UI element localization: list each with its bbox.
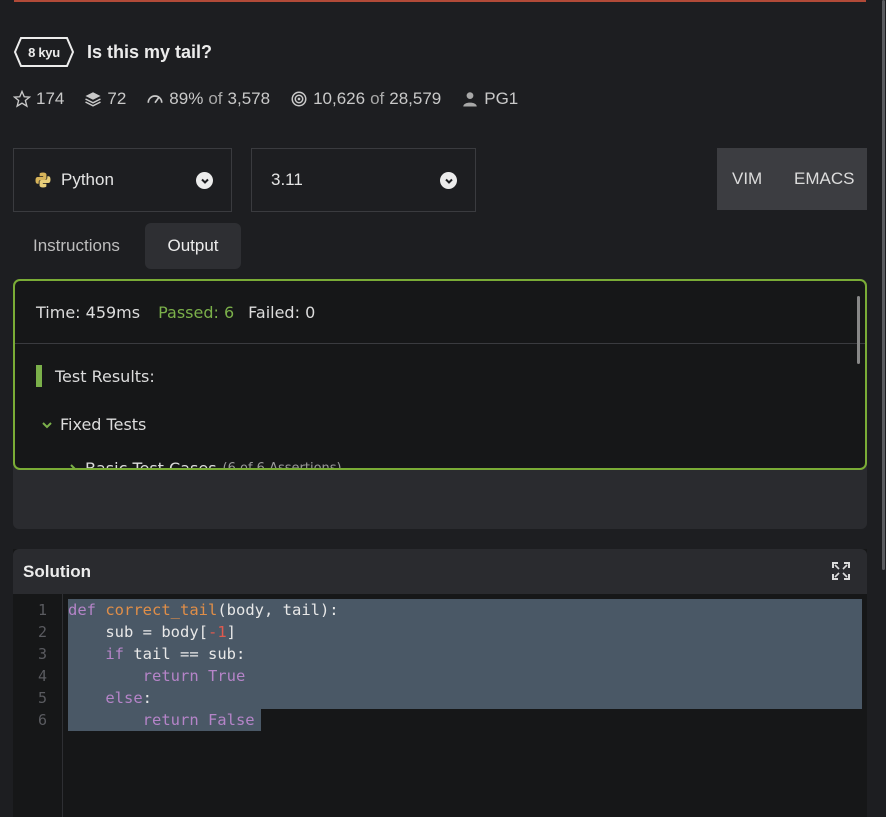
language-select[interactable]: Python: [13, 148, 232, 212]
output-panel: Time: 459ms Passed: 6 Failed: 0 Test Resul…: [13, 279, 867, 470]
python-icon: [35, 172, 51, 188]
vim-mode-button[interactable]: VIM: [732, 169, 762, 189]
solution-title: Solution: [23, 561, 91, 581]
output-scrollbar[interactable]: [857, 296, 860, 364]
author-stat[interactable]: PG1: [461, 89, 518, 109]
star-icon: [13, 90, 31, 108]
test-results-label: Test Results:: [55, 366, 155, 386]
page-scrollbar[interactable]: [882, 0, 885, 570]
collections-stat[interactable]: 72: [84, 89, 126, 109]
emacs-mode-button[interactable]: EMACS: [794, 169, 854, 189]
fixed-tests-label: Fixed Tests: [60, 415, 147, 434]
kata-header: 8 kyu Is this my tail?: [13, 36, 212, 68]
test-results-heading: Test Results:: [36, 365, 155, 387]
basic-test-cases-label: Basic Test Cases: [85, 459, 217, 470]
line-number: 4: [37, 667, 47, 685]
chevron-down-icon: [440, 172, 457, 189]
user-icon: [463, 92, 477, 107]
chevron-right-icon: [70, 463, 76, 468]
line-number: 1: [37, 601, 47, 619]
version-select[interactable]: 3.11: [251, 148, 476, 212]
stars-count: 174: [36, 89, 65, 108]
code-line: if tail == sub:: [105, 645, 246, 663]
code-line: else:: [105, 689, 152, 707]
language-value: Python: [61, 170, 114, 189]
code-line: def correct_tail(body, tail):: [68, 601, 339, 619]
run-time: Time: 459ms: [36, 303, 141, 322]
satisfaction-percent: 89%: [169, 89, 204, 108]
satisfaction-votes: 3,578: [227, 89, 271, 108]
attempted-count: 28,579: [389, 89, 442, 108]
line-number: 2: [37, 623, 47, 641]
kata-title[interactable]: Is this my tail?: [87, 42, 212, 63]
code-line: return False: [142, 711, 255, 729]
result-summary: Time: 459ms Passed: 6 Failed: 0: [36, 303, 315, 322]
completed-of: of: [370, 89, 385, 108]
divider: [15, 343, 865, 344]
tab-output[interactable]: Output: [145, 223, 241, 269]
fixed-tests-group[interactable]: Fixed Tests: [41, 415, 146, 434]
editor-mode-group: VIM EMACS: [717, 148, 867, 210]
solution-panel: Solution 1 2 3 4 5 6 def correct_tail(bo…: [13, 549, 867, 817]
target-icon: [291, 91, 307, 107]
failed-count: Failed: 0: [248, 303, 316, 322]
code-editor[interactable]: 1 2 3 4 5 6 def correct_tail(body, tail)…: [13, 594, 867, 817]
basic-test-cases-group[interactable]: Basic Test Cases (6 of 6 Assertions): [67, 459, 342, 470]
chevron-down-icon: [196, 172, 213, 189]
solution-header: Solution: [13, 549, 867, 594]
rank-label: 8 kyu: [28, 44, 60, 60]
code-line: return True: [142, 667, 246, 685]
rank-badge: 8 kyu: [13, 36, 75, 68]
line-number: 5: [37, 689, 47, 707]
gauge-icon: [147, 95, 163, 104]
assertions-count: (6 of 6 Assertions): [222, 461, 342, 470]
collections-count: 72: [107, 89, 127, 108]
stars-stat[interactable]: 174: [13, 89, 64, 109]
passed-count: Passed: 6: [158, 303, 235, 322]
top-accent-line: [14, 0, 866, 2]
layers-icon: [85, 92, 102, 107]
version-value: 3.11: [271, 170, 303, 189]
completed-count: 10,626: [313, 89, 366, 108]
author-name: PG1: [484, 89, 519, 108]
expand-icon[interactable]: [832, 562, 850, 580]
pass-indicator-bar: [36, 365, 42, 387]
satisfaction-of: of: [208, 89, 223, 108]
code-line: sub = body[-1]: [68, 623, 236, 641]
line-number: 3: [37, 645, 47, 663]
line-number: 6: [37, 711, 47, 729]
tab-instructions[interactable]: Instructions: [13, 223, 140, 269]
completed-stat: 10,626 of 28,579: [290, 89, 441, 109]
kata-stats: 174 72 89% of 3,578 10,626 of 28,579 PG1: [13, 88, 538, 110]
satisfaction-stat: 89% of 3,578: [146, 89, 270, 109]
chevron-down-icon: [42, 421, 52, 428]
line-number-gutter: 1 2 3 4 5 6: [13, 594, 63, 817]
